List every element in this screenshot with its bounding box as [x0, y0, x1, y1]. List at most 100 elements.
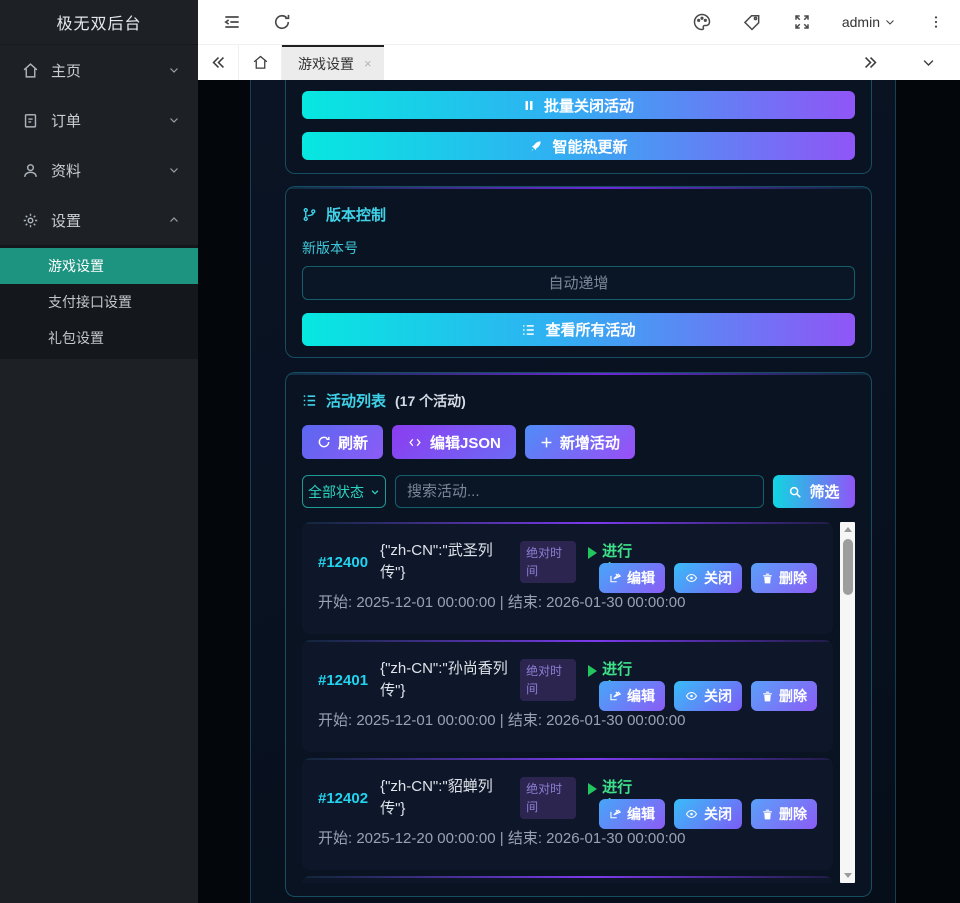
- edit-json-button[interactable]: 编辑JSON: [392, 425, 516, 459]
- scroll-down-icon[interactable]: [840, 868, 855, 883]
- play-icon: [588, 665, 597, 677]
- button-label: 编辑: [627, 804, 655, 824]
- panel-title: 版本控制: [326, 204, 386, 225]
- delete-activity-button[interactable]: 删除: [751, 799, 817, 829]
- close-activity-button[interactable]: 关闭: [674, 799, 742, 829]
- settings-submenu: 游戏设置 支付接口设置 礼包设置: [0, 245, 198, 359]
- tabs-scroll-left-icon[interactable]: [198, 45, 238, 80]
- eye-icon: [684, 572, 699, 584]
- panel-title: 活动列表: [326, 390, 386, 411]
- button-label: 查看所有活动: [545, 319, 635, 340]
- search-icon: [788, 485, 802, 499]
- trash-icon: [761, 808, 774, 821]
- add-activity-button[interactable]: 新增活动: [525, 425, 635, 459]
- close-activity-button[interactable]: 关闭: [674, 681, 742, 711]
- tab-label: 游戏设置: [298, 54, 354, 74]
- tabs-scroll-right-icon[interactable]: [850, 54, 890, 71]
- batch-close-activities-button[interactable]: 批量关闭活动: [302, 91, 855, 119]
- sidebar-item-home[interactable]: 主页: [0, 45, 198, 95]
- status-filter-value: 全部状态: [308, 482, 364, 502]
- activity-dates: 开始: 2025-12-20 00:00:00 | 结束: 2026-01-30…: [318, 829, 817, 849]
- app-title: 极无双后台: [0, 0, 198, 45]
- tab-game-settings[interactable]: 游戏设置 ×: [282, 45, 384, 80]
- tabs-menu-chevron-icon[interactable]: [908, 55, 948, 70]
- smart-hot-update-button[interactable]: 智能热更新: [302, 132, 855, 160]
- delete-activity-button[interactable]: 删除: [751, 681, 817, 711]
- edit-icon: [609, 572, 622, 585]
- scrollbar-thumb[interactable]: [843, 539, 853, 595]
- list-icon: [302, 393, 317, 408]
- time-type-badge: 绝对时间: [520, 659, 576, 701]
- activity-name: {"zh-CN":"貂蝉列传"}: [380, 776, 508, 820]
- scroll-up-icon[interactable]: [840, 522, 855, 537]
- edit-icon: [609, 690, 622, 703]
- button-label: 刷新: [338, 432, 368, 453]
- tag-icon[interactable]: [742, 12, 762, 32]
- sidebar-item-label: 订单: [51, 110, 168, 131]
- play-icon: [588, 783, 597, 795]
- button-label: 删除: [779, 568, 807, 588]
- trash-icon: [761, 690, 774, 703]
- activity-dates: 开始: 2025-12-01 00:00:00 | 结束: 2026-01-30…: [318, 711, 817, 731]
- refresh-icon[interactable]: [272, 12, 292, 32]
- button-label: 删除: [779, 804, 807, 824]
- button-label: 筛选: [809, 481, 839, 502]
- tab-close-icon[interactable]: ×: [364, 56, 372, 71]
- sidebar-item-settings[interactable]: 设置: [0, 195, 198, 245]
- tab-home-icon[interactable]: [238, 45, 282, 80]
- activity-name: {"zh-CN":"孙尚香列传"}: [380, 658, 508, 702]
- activity-list: #12400 {"zh-CN":"武圣列传"} 绝对时间 进行中 开始: 202…: [302, 522, 855, 883]
- chevron-down-icon: [884, 16, 896, 28]
- sidebar-item-game-settings[interactable]: 游戏设置: [0, 248, 198, 284]
- button-label: 关闭: [704, 686, 732, 706]
- chevron-up-icon: [168, 214, 180, 226]
- user-menu[interactable]: admin: [842, 14, 896, 30]
- pause-icon: [523, 99, 535, 112]
- sidebar-item-label: 资料: [51, 160, 168, 181]
- edit-activity-button[interactable]: 编辑: [599, 681, 665, 711]
- button-label: 编辑JSON: [430, 432, 501, 453]
- fullscreen-icon[interactable]: [792, 12, 812, 32]
- time-type-badge: 绝对时间: [520, 541, 576, 583]
- new-version-input[interactable]: [302, 266, 855, 300]
- activity-row-partial: [302, 876, 833, 883]
- version-control-panel: 版本控制 新版本号 查看所有活动: [285, 186, 872, 358]
- profile-icon: [22, 162, 39, 179]
- status-filter-select[interactable]: 全部状态: [302, 475, 386, 508]
- filter-button[interactable]: 筛选: [773, 475, 855, 508]
- button-label: 智能热更新: [552, 136, 627, 157]
- search-activities-input[interactable]: [395, 475, 764, 508]
- refresh-activities-button[interactable]: 刷新: [302, 425, 383, 459]
- refresh-icon: [317, 435, 331, 449]
- git-branch-icon: [302, 207, 317, 222]
- sidebar-item-gift-settings[interactable]: 礼包设置: [0, 320, 198, 356]
- close-activity-button[interactable]: 关闭: [674, 563, 742, 593]
- view-all-activities-button[interactable]: 查看所有活动: [302, 313, 855, 346]
- trash-icon: [761, 572, 774, 585]
- activity-id: #12401: [318, 672, 368, 689]
- button-label: 删除: [779, 686, 807, 706]
- sidebar-item-orders[interactable]: 订单: [0, 95, 198, 145]
- chevron-down-icon: [168, 164, 180, 176]
- activity-count: (17 个活动): [395, 391, 466, 411]
- new-version-label: 新版本号: [302, 238, 855, 258]
- edit-activity-button[interactable]: 编辑: [599, 563, 665, 593]
- play-icon: [588, 547, 597, 559]
- sidebar-item-payment-settings[interactable]: 支付接口设置: [0, 284, 198, 320]
- edit-activity-button[interactable]: 编辑: [599, 799, 665, 829]
- button-label: 关闭: [704, 568, 732, 588]
- kebab-menu-icon[interactable]: [926, 12, 946, 32]
- list-scrollbar[interactable]: [840, 522, 855, 883]
- username: admin: [842, 14, 880, 30]
- sidebar-item-label: 主页: [51, 60, 168, 81]
- sidebar-item-profile[interactable]: 资料: [0, 145, 198, 195]
- theme-palette-icon[interactable]: [692, 12, 712, 32]
- activity-row: #12400 {"zh-CN":"武圣列传"} 绝对时间 进行中 开始: 202…: [302, 522, 833, 634]
- chevron-down-icon: [168, 64, 180, 76]
- button-label: 编辑: [627, 686, 655, 706]
- tabbar: 游戏设置 ×: [198, 45, 960, 80]
- sidebar-collapse-icon[interactable]: [222, 12, 242, 32]
- chevron-down-icon: [168, 114, 180, 126]
- button-label: 批量关闭活动: [544, 95, 634, 116]
- delete-activity-button[interactable]: 删除: [751, 563, 817, 593]
